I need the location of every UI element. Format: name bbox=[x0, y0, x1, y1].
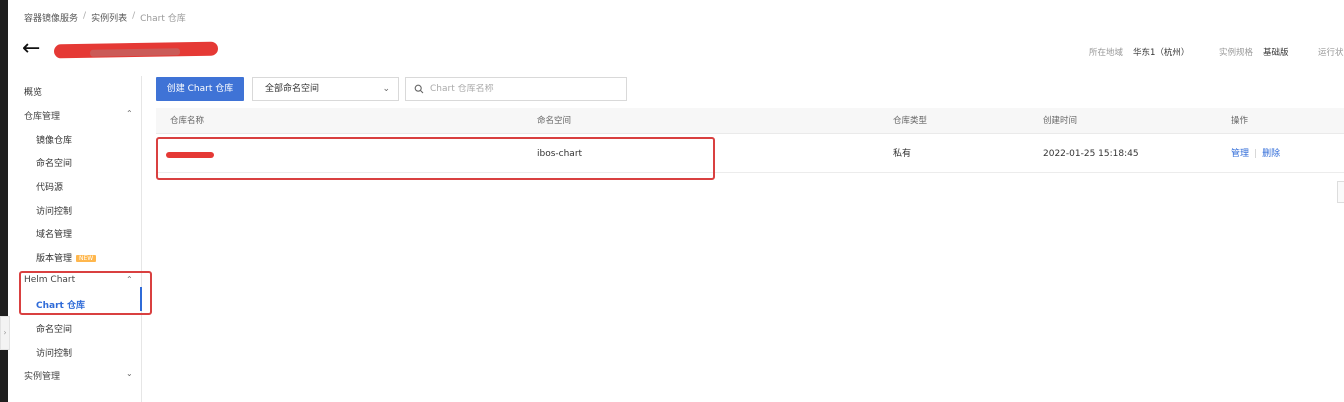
status-label: 运行状 bbox=[1318, 48, 1344, 58]
action-divider: | bbox=[1254, 149, 1258, 159]
namespace-select[interactable]: 全部命名空间 ⌄ bbox=[252, 77, 399, 101]
redacted-instance-name bbox=[53, 41, 219, 59]
create-chart-repo-button[interactable]: 创建 Chart 仓库 bbox=[156, 77, 244, 101]
sidebar-item-helm-namespace[interactable]: 命名空间 bbox=[36, 322, 72, 335]
sidebar-item-namespace[interactable]: 命名空间 bbox=[36, 156, 72, 169]
search-box[interactable] bbox=[405, 77, 627, 101]
sidebar-item-version-mgmt[interactable]: 版本管理 NEW bbox=[36, 251, 97, 264]
chevron-down-icon: ⌄ bbox=[382, 84, 390, 94]
cell-created: 2022-01-25 15:18:45 bbox=[1043, 149, 1139, 159]
column-header-namespace: 命名空间 bbox=[537, 116, 572, 126]
arrow-left-icon[interactable]: ← bbox=[22, 38, 40, 60]
cell-type: 私有 bbox=[893, 149, 912, 159]
manage-link[interactable]: 管理 bbox=[1231, 149, 1249, 159]
region-value: 华东1（杭州） bbox=[1133, 48, 1190, 58]
new-badge: NEW bbox=[76, 255, 97, 262]
sidebar-item-access-control[interactable]: 访问控制 bbox=[36, 204, 72, 217]
sidebar: 概览 仓库管理 ⌃ 镜像仓库 命名空间 代码源 访问控制 域名管理 版本管理 NE… bbox=[8, 76, 142, 402]
spec-label: 实例规格 bbox=[1219, 48, 1254, 58]
sidebar-item-label: 版本管理 bbox=[36, 254, 73, 264]
column-header-actions: 操作 bbox=[1231, 116, 1249, 126]
breadcrumb-item-instances[interactable]: 实例列表 bbox=[91, 11, 127, 24]
breadcrumb-separator: / bbox=[83, 11, 87, 21]
namespace-select-value: 全部命名空间 bbox=[265, 84, 320, 94]
console-window: 容器镜像服务 / 实例列表 / Chart 仓库 ← 所在地域 华东1（杭州） 实… bbox=[8, 0, 1344, 402]
delete-link[interactable]: 删除 bbox=[1262, 149, 1280, 159]
sidebar-item-code-source[interactable]: 代码源 bbox=[36, 180, 63, 193]
column-header-name: 仓库名称 bbox=[170, 116, 205, 126]
chevron-down-icon[interactable]: ⌄ bbox=[126, 369, 133, 378]
column-header-created: 创建时间 bbox=[1043, 116, 1078, 126]
search-input[interactable] bbox=[430, 84, 600, 94]
sidebar-group-instance-mgmt[interactable]: 实例管理 bbox=[24, 369, 60, 382]
breadcrumb-current: Chart 仓库 bbox=[140, 14, 186, 24]
breadcrumb-separator: / bbox=[132, 11, 136, 21]
spec-value: 基础版 bbox=[1263, 48, 1289, 58]
chevron-right-icon: › bbox=[3, 328, 7, 337]
chevron-up-icon[interactable]: ⌃ bbox=[126, 109, 133, 118]
spec-info: 实例规格 基础版 bbox=[1219, 46, 1289, 58]
table-header: 仓库名称 命名空间 仓库类型 创建时间 操作 bbox=[156, 108, 1344, 134]
sidebar-item-image-repo[interactable]: 镜像仓库 bbox=[36, 133, 72, 146]
region-info: 所在地域 华东1（杭州） bbox=[1089, 46, 1189, 58]
breadcrumb: 容器镜像服务 / 实例列表 / Chart 仓库 bbox=[24, 11, 186, 24]
sidebar-item-overview[interactable]: 概览 bbox=[24, 85, 42, 98]
cell-actions: 管理 | 删除 bbox=[1231, 135, 1280, 173]
region-label: 所在地域 bbox=[1089, 48, 1124, 58]
breadcrumb-item-acr[interactable]: 容器镜像服务 bbox=[24, 11, 78, 24]
sidebar-item-domain-mgmt[interactable]: 域名管理 bbox=[36, 227, 72, 240]
sidebar-toggle-handle[interactable]: › bbox=[0, 316, 10, 350]
sidebar-item-helm-access-control[interactable]: 访问控制 bbox=[36, 346, 72, 359]
floating-panel-tab[interactable] bbox=[1337, 181, 1344, 203]
annotation-highlight-sidebar bbox=[19, 271, 152, 315]
column-header-type: 仓库类型 bbox=[893, 116, 928, 126]
annotation-highlight-row bbox=[156, 137, 715, 180]
sidebar-group-repo-mgmt[interactable]: 仓库管理 bbox=[24, 109, 60, 122]
search-icon bbox=[414, 84, 424, 94]
